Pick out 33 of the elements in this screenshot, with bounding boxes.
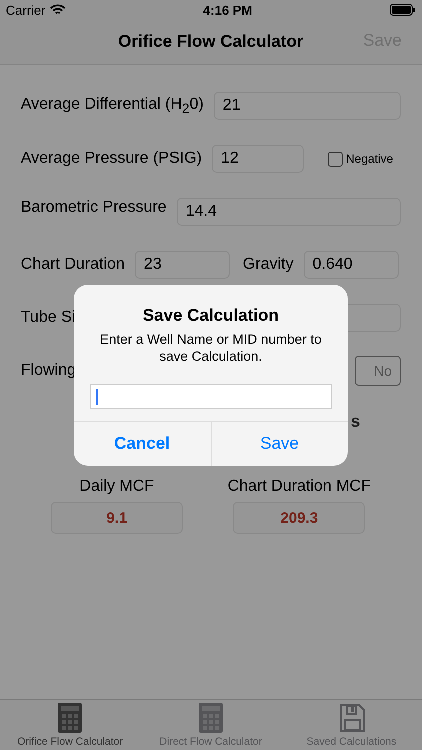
dialog-title: Save Calculation (142, 306, 280, 326)
input-field[interactable]: 12 (212, 145, 304, 173)
toggle-button[interactable]: No (355, 356, 401, 386)
carrier-label: Carrier (6, 2, 46, 18)
field-label: Gravity (243, 256, 294, 274)
tab[interactable]: Saved Calculations (281, 700, 422, 750)
field-label: Average Pressure (PSIG) (21, 150, 202, 168)
result-label: Daily MCF (80, 478, 154, 496)
dialog-message: Enter a Well Name or MID number to save Calculation. (99, 331, 323, 365)
input-field[interactable] (90, 384, 332, 409)
input-field[interactable]: 0.640 (304, 251, 399, 279)
field-label: Average Differential (H$_{2}$0) (21, 96, 204, 116)
battery-icon (390, 4, 416, 16)
checkbox-label: Negative (346, 152, 394, 166)
save-button[interactable]: Save (210, 422, 348, 466)
result-value: 209.3 (233, 502, 366, 534)
input-field[interactable]: 23 (135, 251, 230, 279)
tab[interactable]: Orifice Flow Calculator (0, 700, 141, 750)
input-field[interactable]: 21 (214, 92, 401, 120)
status-time: 4:16 PM (203, 2, 252, 18)
result-value: 9.1 (51, 502, 183, 534)
section-heading: s (351, 412, 360, 431)
nav-title: Orifice Flow Calculator (118, 32, 304, 52)
field-label: Barometric Pressure (21, 199, 167, 217)
tab[interactable]: Direct Flow Calculator (140, 700, 282, 750)
field-label: Chart Duration (21, 256, 126, 274)
input-field[interactable]: 14.4 (176, 198, 401, 226)
calculator-icon (57, 702, 84, 734)
calculator-icon (198, 702, 224, 734)
wifi-icon (50, 4, 66, 16)
cancel-button[interactable]: Cancel (74, 422, 210, 466)
result-label: Chart Duration MCF (228, 478, 371, 496)
checkbox[interactable] (328, 152, 344, 166)
